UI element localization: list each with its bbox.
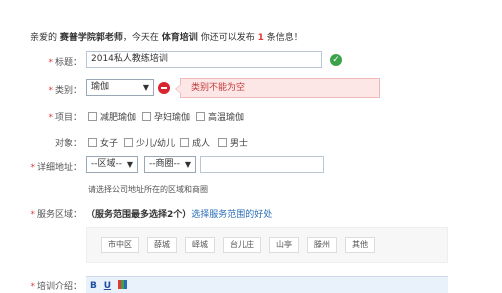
area-tag[interactable]: 市中区 bbox=[101, 237, 139, 253]
title-label: * 标题： bbox=[48, 58, 82, 68]
title-input[interactable]: 2014私人教练培训 bbox=[86, 51, 322, 68]
greeting-prefix: 亲爱的 bbox=[30, 33, 58, 43]
type-error-tooltip: 类别不能为空 bbox=[175, 78, 380, 98]
color-grid-icon[interactable] bbox=[117, 280, 127, 289]
project-option-1[interactable]: 减肥瑜伽 bbox=[88, 110, 136, 123]
checkbox[interactable] bbox=[180, 138, 189, 147]
area-tag[interactable]: 滕州 bbox=[307, 237, 337, 253]
city-select[interactable]: --区域-- ▼ bbox=[86, 156, 138, 173]
project-label: * 项目： bbox=[48, 113, 82, 123]
error-icon bbox=[158, 82, 170, 94]
bold-icon[interactable]: B bbox=[90, 281, 97, 291]
dropdown-arrow-icon: ▼ bbox=[126, 160, 133, 169]
check-icon: ✓ bbox=[330, 54, 342, 66]
suffix-text: 条信息！ bbox=[266, 33, 303, 43]
dropdown-arrow-icon: ▼ bbox=[184, 160, 191, 169]
checkbox[interactable] bbox=[88, 112, 97, 121]
editor-toolbar: B U bbox=[86, 276, 448, 293]
audience-label: 对象： bbox=[54, 139, 82, 149]
school-name: 赛普学院郭老师 bbox=[59, 33, 123, 43]
intro-label: * 培训介绍： bbox=[30, 282, 82, 292]
checkbox[interactable] bbox=[88, 138, 97, 147]
audience-option-2[interactable]: 少儿/幼儿 bbox=[124, 136, 175, 149]
service-area-label: * 服务区域： bbox=[30, 210, 82, 220]
category-name: 体育培训 bbox=[161, 33, 198, 43]
address-input[interactable] bbox=[200, 156, 324, 173]
area-tag[interactable]: 薛城 bbox=[147, 237, 177, 253]
checkbox[interactable] bbox=[124, 138, 133, 147]
checkbox[interactable] bbox=[142, 112, 151, 121]
underline-icon[interactable]: U bbox=[104, 281, 111, 291]
project-option-2[interactable]: 孕妇瑜伽 bbox=[142, 110, 190, 123]
remain-count: 1 bbox=[257, 33, 264, 43]
project-option-3[interactable]: 高温瑜伽 bbox=[196, 110, 244, 123]
address-hint: 请选择公司地址所在的区域和商圈 bbox=[88, 185, 208, 194]
address-label: * 详细地址： bbox=[30, 163, 82, 173]
service-area-panel: 市中区 薛城 峄城 台儿庄 山亭 滕州 其他 bbox=[86, 227, 448, 263]
audience-option-4[interactable]: 男士 bbox=[218, 136, 248, 149]
area-tag[interactable]: 其他 bbox=[345, 237, 375, 253]
area-tag[interactable]: 峄城 bbox=[185, 237, 215, 253]
checkbox[interactable] bbox=[196, 112, 205, 121]
audience-option-3[interactable]: 成人 bbox=[180, 136, 210, 149]
service-area-benefits-link[interactable]: 选择服务范围的好处 bbox=[191, 210, 272, 220]
mid-text: ，今天在 bbox=[122, 33, 159, 43]
service-area-note-row: （服务范围最多选择2个）选择服务范围的好处 bbox=[86, 207, 272, 220]
audience-option-1[interactable]: 女子 bbox=[88, 136, 118, 149]
service-area-note: （服务范围最多选择2个） bbox=[86, 210, 192, 220]
checkbox[interactable] bbox=[218, 138, 227, 147]
remain-text: 你还可以发布 bbox=[200, 33, 255, 43]
type-select[interactable]: 瑜伽 ▼ bbox=[86, 79, 154, 96]
type-label: * 类别： bbox=[48, 86, 82, 96]
area-tag[interactable]: 台儿庄 bbox=[223, 237, 261, 253]
area-tag[interactable]: 山亭 bbox=[269, 237, 299, 253]
dropdown-arrow-icon: ▼ bbox=[142, 83, 149, 92]
header-message: 亲爱的 赛普学院郭老师，今天在 体育培训 你还可以发布 1 条信息！ bbox=[30, 30, 303, 43]
district-select[interactable]: --商圈-- ▼ bbox=[144, 156, 196, 173]
